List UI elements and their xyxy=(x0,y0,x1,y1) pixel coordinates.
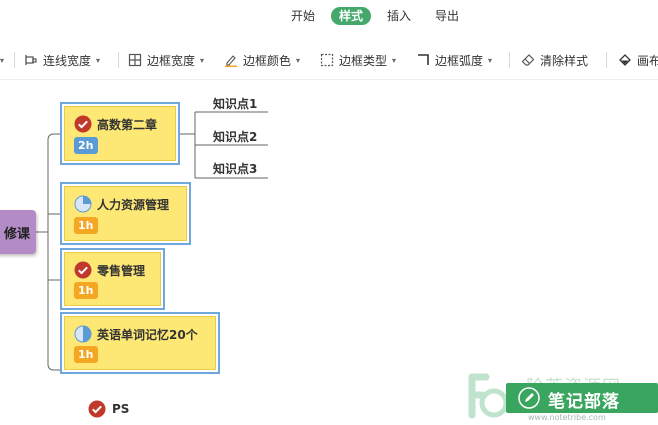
watermark: 险莱资源网 笔记部落 www.notetribe.com xyxy=(462,368,658,425)
duration-badge: 1h xyxy=(74,217,98,234)
half-progress-icon xyxy=(74,325,92,343)
topic-title: 零售管理 xyxy=(97,264,146,278)
subtopic-knowledge-point-3[interactable]: 知识点3 xyxy=(213,160,257,177)
topic-node-body: 英语单词记忆20个 1h xyxy=(64,316,216,370)
task-complete-icon xyxy=(74,115,92,133)
topic-node[interactable]: 人力资源管理 1h xyxy=(60,182,191,245)
root-topic[interactable]: 修课 xyxy=(0,210,36,254)
task-complete-icon xyxy=(74,261,92,279)
topic-node[interactable]: 英语单词记忆20个 1h xyxy=(60,312,220,374)
topic-title: 高数第二章 xyxy=(97,118,158,132)
topic-title: 英语单词记忆20个 xyxy=(97,328,198,342)
topic-node-body: 人力资源管理 1h xyxy=(64,186,187,241)
subtopic-knowledge-point-1[interactable]: 知识点1 xyxy=(213,95,257,112)
topic-node[interactable]: 零售管理 1h xyxy=(60,248,165,310)
task-complete-icon xyxy=(88,400,106,418)
floating-topic-label: PS xyxy=(112,402,130,416)
watermark-box: 笔记部落 xyxy=(506,383,658,413)
root-topic-label: 修课 xyxy=(3,226,30,242)
topic-node[interactable]: 高数第二章 2h xyxy=(60,102,180,165)
quarter-progress-icon xyxy=(74,195,92,213)
subtopic-knowledge-point-2[interactable]: 知识点2 xyxy=(213,128,257,145)
watermark-logo-icon xyxy=(468,373,509,419)
duration-badge: 2h xyxy=(74,137,98,154)
topic-node-body: 高数第二章 2h xyxy=(64,106,176,161)
topic-node-body: 零售管理 1h xyxy=(64,252,161,306)
topic-title: 人力资源管理 xyxy=(97,198,170,212)
duration-badge: 1h xyxy=(74,282,98,299)
watermark-url: www.notetribe.com xyxy=(528,413,606,422)
floating-topic-ps[interactable]: PS xyxy=(88,400,129,418)
pencil-icon xyxy=(518,387,540,409)
watermark-box-text: 笔记部落 xyxy=(548,392,620,412)
duration-badge: 1h xyxy=(74,346,98,363)
